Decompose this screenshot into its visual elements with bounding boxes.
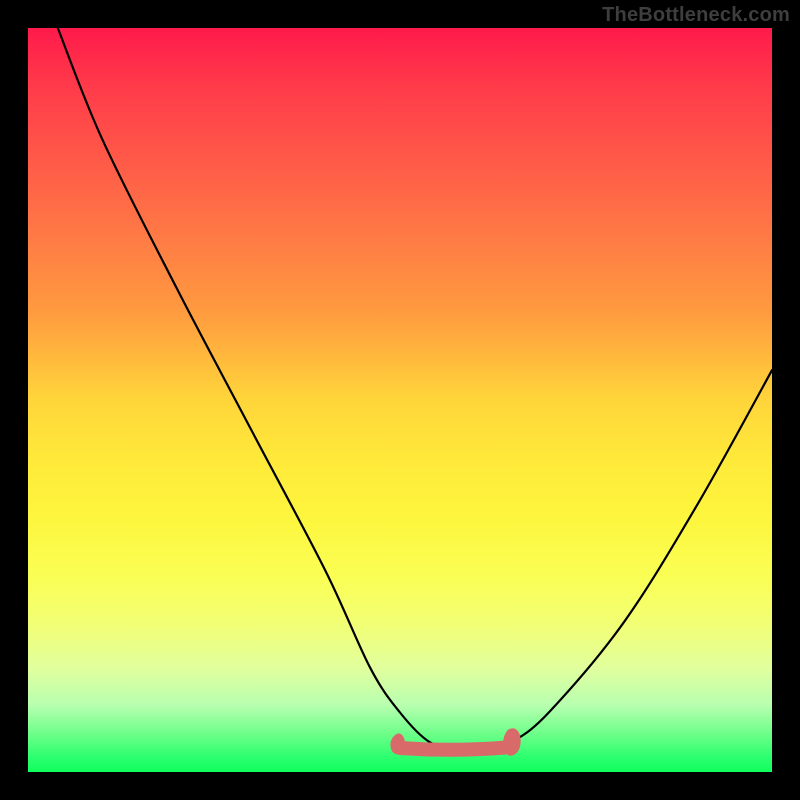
main-curve-path <box>58 28 772 751</box>
accent-segment <box>400 747 512 750</box>
curve-group <box>58 28 772 756</box>
curve-svg <box>28 28 772 772</box>
accent-endcap-right <box>503 728 521 756</box>
plot-area <box>28 28 772 772</box>
chart-root: TheBottleneck.com <box>0 0 800 800</box>
watermark: TheBottleneck.com <box>602 4 790 27</box>
